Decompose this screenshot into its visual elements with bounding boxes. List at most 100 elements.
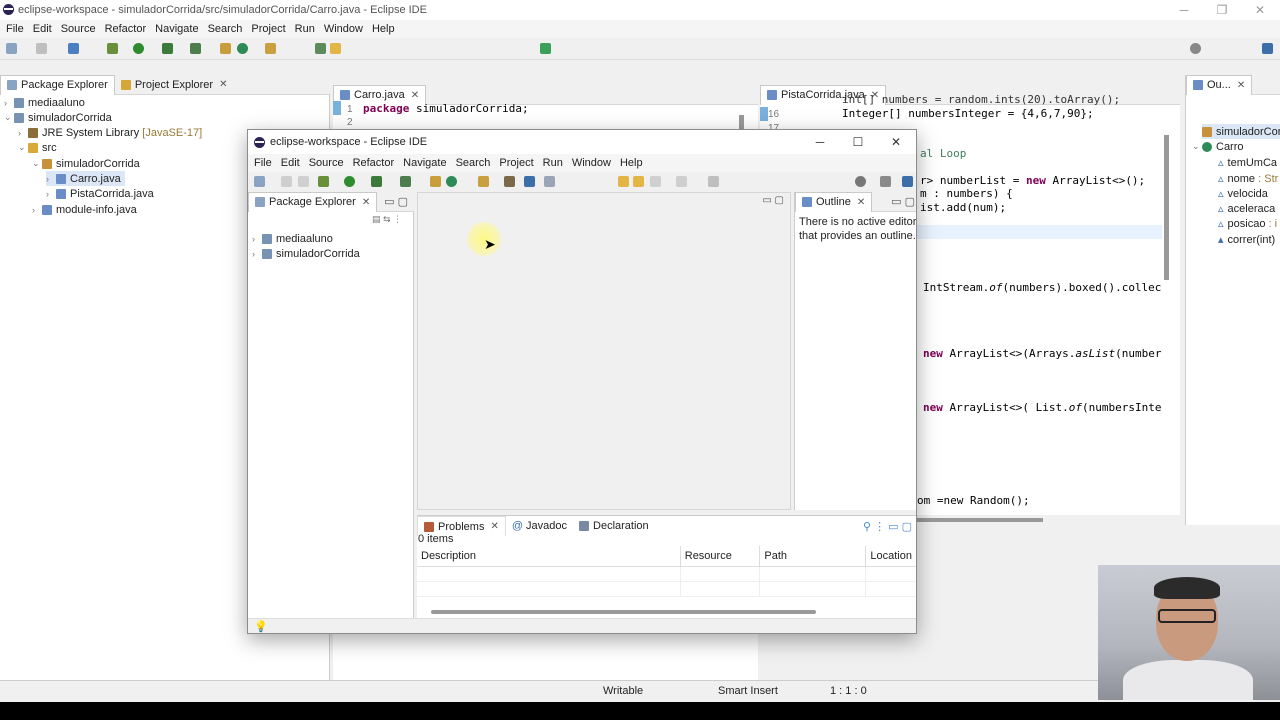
bg-menu-navigate[interactable]: Navigate [155, 23, 198, 35]
fg-menu-project[interactable]: Project [499, 157, 533, 169]
outline-item-field[interactable]: ▵ aceleraca [1218, 201, 1275, 216]
debug-icon[interactable] [107, 43, 118, 54]
fg-menu-refactor[interactable]: Refactor [353, 157, 395, 169]
java-perspective-icon[interactable] [902, 176, 913, 187]
new-class-icon[interactable] [237, 43, 248, 54]
open-type-icon[interactable] [265, 43, 276, 54]
column-location[interactable]: Location [865, 546, 916, 567]
external-tools-icon[interactable] [190, 43, 201, 54]
bg-minimize-button[interactable]: ─ [1165, 0, 1203, 20]
chevron-right-icon[interactable]: › [32, 205, 42, 215]
outline-item-method[interactable]: ▴ correr(int) [1218, 232, 1275, 247]
column-path[interactable]: Path [759, 546, 867, 567]
collapse-link-icons[interactable]: ▤ ⇆ ⋮ [372, 214, 408, 224]
chevron-down-icon[interactable]: ⌄ [32, 158, 42, 169]
run-icon[interactable] [344, 176, 355, 187]
fg-minimize-button[interactable]: ─ [801, 132, 839, 152]
outline-item-package[interactable]: simuladorCor [1202, 124, 1280, 139]
bg-menu-help[interactable]: Help [372, 23, 395, 35]
view-controls[interactable]: ▭ ▢ [891, 195, 915, 208]
close-icon[interactable]: ✕ [411, 90, 419, 101]
editor2-hscrollbar[interactable] [915, 518, 1043, 522]
fg-menu-help[interactable]: Help [620, 157, 643, 169]
external-tools-icon[interactable] [400, 176, 411, 187]
fg-menu-run[interactable]: Run [543, 157, 563, 169]
outline-item-class[interactable]: ⌄ Carro [1192, 139, 1244, 154]
fg-menu-window[interactable]: Window [572, 157, 611, 169]
coverage-icon[interactable] [371, 176, 382, 187]
editor-area-controls[interactable]: ▭ ▢ [762, 195, 784, 206]
close-icon[interactable]: ✕ [857, 197, 865, 208]
next-edit-icon[interactable] [633, 176, 644, 187]
new-icon[interactable] [6, 43, 17, 54]
fg-tab-outline[interactable]: Outline ✕ [795, 191, 873, 212]
fg-menu-file[interactable]: File [254, 157, 272, 169]
filter-icon[interactable]: ⚲ ⋮ ▭ ▢ [863, 520, 912, 533]
problems-hscrollbar[interactable] [431, 610, 816, 614]
bg-menu-run[interactable]: Run [295, 23, 315, 35]
chevron-down-icon[interactable]: ⌄ [18, 142, 28, 153]
outline-item-field[interactable]: ▵ temUmCa [1218, 155, 1277, 170]
bg-menu-source[interactable]: Source [61, 23, 96, 35]
tree-item-package[interactable]: ⌄ simuladorCorrida [32, 156, 140, 171]
fg-menu-navigate[interactable]: Navigate [403, 157, 446, 169]
outline-item-field[interactable]: ▵ nome : Str [1218, 171, 1278, 186]
tab-javadoc[interactable]: @ Javadoc [506, 516, 573, 536]
open-perspective-icon[interactable] [880, 176, 891, 187]
new-class-icon[interactable] [446, 176, 457, 187]
outline-item-field[interactable]: ▵ posicao : i [1218, 216, 1277, 231]
tab-outline[interactable]: Ou... ✕ [1186, 74, 1253, 95]
skip-breakpoints-icon[interactable] [544, 176, 555, 187]
view-controls[interactable]: ▭ ▢ [384, 195, 408, 208]
fg-tree-item-simuladorcorrida[interactable]: › simuladorCorrida [252, 246, 360, 261]
fg-maximize-button[interactable]: ☐ [839, 132, 877, 152]
highlight-icon[interactable] [330, 43, 341, 54]
close-icon[interactable]: ✕ [490, 521, 498, 532]
tab-declaration[interactable]: Declaration [573, 516, 655, 536]
forward-icon[interactable] [676, 176, 687, 187]
tree-item-pistacorrida[interactable]: › PistaCorrida.java [46, 186, 154, 201]
chevron-right-icon[interactable]: › [46, 189, 56, 199]
chevron-right-icon[interactable]: › [252, 249, 262, 259]
outline-item-field[interactable]: ▵ velocida [1218, 186, 1268, 201]
fg-tree-item-mediaaluno[interactable]: › mediaaluno [252, 231, 333, 246]
column-resource[interactable]: Resource [680, 546, 761, 567]
coverage-icon[interactable] [162, 43, 173, 54]
chevron-down-icon[interactable]: ⌄ [1192, 141, 1202, 152]
chevron-right-icon[interactable]: › [252, 234, 262, 244]
bg-menu-project[interactable]: Project [251, 23, 285, 35]
fg-tab-package-explorer[interactable]: Package Explorer ✕ [248, 191, 378, 212]
chevron-down-icon[interactable]: ⌄ [4, 112, 14, 123]
tab-project-explorer[interactable]: Project Explorer ✕ [115, 75, 234, 95]
new-icon[interactable] [254, 176, 265, 187]
java-perspective-icon[interactable] [1262, 43, 1273, 54]
bg-menu-window[interactable]: Window [324, 23, 363, 35]
chevron-right-icon[interactable]: › [18, 128, 28, 138]
chevron-right-icon[interactable]: › [4, 98, 14, 108]
close-icon[interactable]: ✕ [362, 197, 370, 208]
perspective-icon[interactable] [540, 43, 551, 54]
bg-close-button[interactable]: ✕ [1241, 0, 1279, 20]
bg-menu-search[interactable]: Search [208, 23, 243, 35]
search-icon[interactable] [855, 176, 866, 187]
search-icon[interactable] [1190, 43, 1201, 54]
editor-scrollbar[interactable] [739, 115, 744, 129]
column-description[interactable]: Description [417, 546, 681, 567]
fg-close-button[interactable]: ✕ [877, 132, 915, 152]
bg-menu-edit[interactable]: Edit [33, 23, 52, 35]
close-icon[interactable]: ✕ [219, 79, 227, 90]
save-all-icon[interactable] [298, 176, 309, 187]
fg-menu-search[interactable]: Search [456, 157, 491, 169]
bg-menu-refactor[interactable]: Refactor [105, 23, 147, 35]
prev-edit-icon[interactable] [618, 176, 629, 187]
chevron-right-icon[interactable]: › [46, 174, 56, 184]
editor2-scrollbar[interactable] [1164, 135, 1169, 280]
open-type-icon[interactable] [478, 176, 489, 187]
task-icon[interactable] [315, 43, 326, 54]
tree-item-carro[interactable]: › Carro.java [46, 171, 125, 186]
bg-maximize-button[interactable]: ❐ [1203, 0, 1241, 20]
bg-menu-file[interactable]: File [6, 23, 24, 35]
terminal-icon[interactable] [524, 176, 535, 187]
fg-menu-source[interactable]: Source [309, 157, 344, 169]
back-icon[interactable] [650, 176, 661, 187]
